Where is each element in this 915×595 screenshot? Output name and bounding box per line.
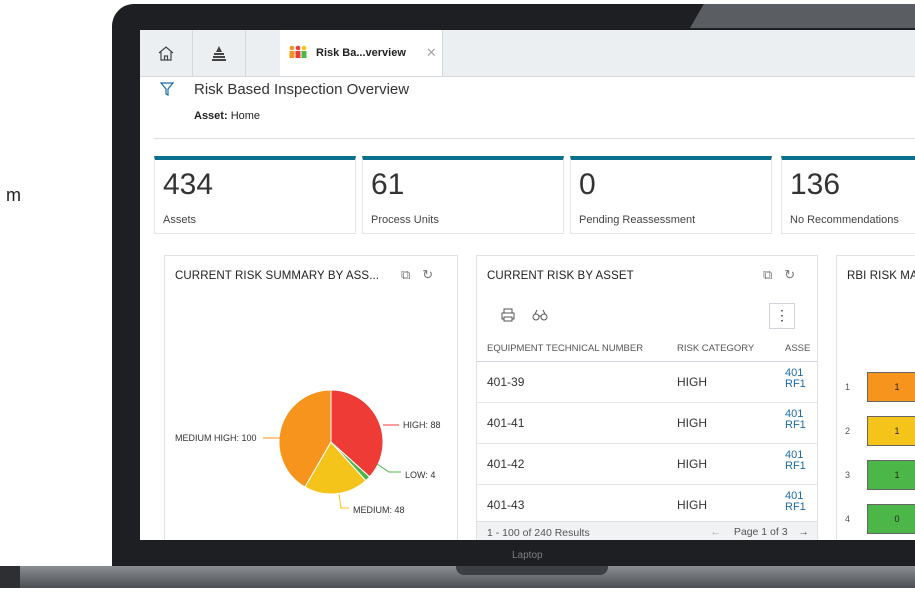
pie-label-high: HIGH: 88 bbox=[403, 420, 441, 430]
refresh-icon[interactable]: ↻ bbox=[422, 267, 433, 283]
kpi-value: 0 bbox=[579, 168, 596, 201]
home-icon bbox=[158, 46, 174, 61]
expand-icon[interactable]: ⧉ bbox=[401, 267, 410, 283]
risk-pie-chart: MEDIUM HIGH: 100 HIGH: 88 LOW: 4 MEDIUM:… bbox=[175, 389, 441, 515]
hierarchy-tab[interactable] bbox=[193, 30, 246, 76]
risk-by-asset-panel: CURRENT RISK BY ASSET ⧉ ↻ ⋮ EQUIPMENT TE… bbox=[476, 255, 818, 540]
kpi-card-process-units[interactable]: 61 Process Units bbox=[362, 156, 564, 234]
panel-title: RBI RISK MAT bbox=[847, 270, 915, 282]
binoculars-icon[interactable] bbox=[532, 308, 548, 322]
risk-summary-panel: CURRENT RISK SUMMARY BY ASS... ⧉ ↻ MEDIU… bbox=[164, 255, 458, 540]
matrix-row-label: 4 bbox=[845, 514, 851, 524]
matrix-cell[interactable]: 1 bbox=[867, 416, 915, 446]
column-header[interactable]: ASSE bbox=[785, 343, 810, 354]
cell-equipment-number: 401-43 bbox=[487, 498, 525, 512]
cell-equipment-number: 401-39 bbox=[487, 375, 525, 389]
kpi-label: Assets bbox=[163, 214, 197, 226]
table-header: EQUIPMENT TECHNICAL NUMBER RISK CATEGORY… bbox=[477, 339, 817, 362]
kpi-value: 136 bbox=[790, 168, 841, 201]
pie-label-medium: MEDIUM: 48 bbox=[353, 505, 405, 515]
kpi-label: No Recommendations bbox=[790, 214, 899, 226]
next-page-button[interactable]: → bbox=[799, 526, 810, 538]
header-divider bbox=[154, 138, 915, 139]
more-options-button[interactable]: ⋮ bbox=[769, 303, 795, 329]
cell-asset-link[interactable]: 401 RF1 bbox=[785, 450, 815, 472]
cell-risk-category: HIGH bbox=[677, 498, 707, 512]
table-pagination: 1 - 100 of 240 Results ← Page 1 of 3 → bbox=[477, 521, 817, 540]
results-count: 1 - 100 of 240 Results bbox=[487, 527, 590, 539]
refresh-icon[interactable]: ↻ bbox=[784, 267, 795, 283]
pager: ← Page 1 of 3 → bbox=[710, 526, 809, 538]
laptop-notch bbox=[456, 566, 608, 575]
kpi-card-no-recommendations[interactable]: 136 No Recommendations bbox=[781, 156, 915, 234]
kpi-value: 61 bbox=[371, 168, 405, 201]
asset-label: Asset: bbox=[194, 110, 228, 122]
kpi-label: Process Units bbox=[371, 214, 439, 226]
leader-medium bbox=[338, 493, 349, 509]
cell-asset-link[interactable]: 401 RF1 bbox=[785, 368, 815, 390]
cell-risk-category: HIGH bbox=[677, 416, 707, 430]
expand-icon[interactable]: ⧉ bbox=[763, 267, 772, 283]
asset-breadcrumb: Asset: Home bbox=[194, 110, 260, 122]
lid-reflection bbox=[690, 4, 915, 28]
panel-title: CURRENT RISK SUMMARY BY ASS... bbox=[175, 270, 380, 282]
table-row[interactable]: 401-42 HIGH 401 RF1 bbox=[477, 444, 817, 485]
cell-asset-link[interactable]: 401 RF1 bbox=[785, 409, 815, 431]
cell-risk-category: HIGH bbox=[677, 457, 707, 471]
kpi-label: Pending Reassessment bbox=[579, 214, 696, 226]
asset-value[interactable]: Home bbox=[231, 110, 260, 122]
prev-page-button[interactable]: ← bbox=[710, 526, 721, 538]
cell-risk-category: HIGH bbox=[677, 375, 707, 389]
tab-risk-overview[interactable]: Risk Ba...verview ✕ bbox=[280, 30, 443, 76]
matrix-cell[interactable]: 1 bbox=[867, 460, 915, 490]
laptop-base-edge bbox=[0, 566, 20, 588]
table-row[interactable]: 401-41 HIGH 401 RF1 bbox=[477, 403, 817, 444]
table-row[interactable]: 401-43 HIGH 401 RF1 bbox=[477, 485, 817, 522]
background-text: m bbox=[6, 185, 21, 205]
home-tab[interactable] bbox=[140, 30, 193, 76]
tab-label: Risk Ba...verview bbox=[316, 47, 406, 59]
tab-bar: Risk Ba...verview ✕ bbox=[140, 30, 915, 77]
close-icon[interactable]: ✕ bbox=[426, 45, 437, 61]
matrix-cell[interactable]: 0 bbox=[867, 504, 915, 534]
kpi-value: 434 bbox=[163, 168, 214, 201]
risk-matrix-panel: RBI RISK MAT 1 2 3 4 5 1 1 1 0 1 bbox=[836, 255, 915, 540]
panel-title: CURRENT RISK BY ASSET bbox=[487, 270, 634, 282]
page-indicator: Page 1 of 3 bbox=[733, 526, 788, 538]
risk-people-icon bbox=[289, 45, 307, 58]
matrix-row-label: 1 bbox=[845, 382, 851, 392]
pie-label-medium-high: MEDIUM HIGH: 100 bbox=[175, 433, 257, 443]
column-header[interactable]: EQUIPMENT TECHNICAL NUMBER bbox=[487, 343, 643, 354]
kpi-card-pending-reassessment[interactable]: 0 Pending Reassessment bbox=[570, 156, 772, 234]
print-icon[interactable] bbox=[501, 308, 515, 322]
matrix-row-label: 2 bbox=[845, 426, 851, 436]
app-screen: Risk Ba...verview ✕ Risk Based Inspectio… bbox=[140, 30, 915, 540]
leader-low bbox=[376, 463, 401, 473]
page-title: Risk Based Inspection Overview bbox=[194, 81, 410, 98]
filter-icon[interactable] bbox=[160, 82, 174, 96]
kpi-card-assets[interactable]: 434 Assets bbox=[154, 156, 356, 234]
cell-equipment-number: 401-42 bbox=[487, 457, 525, 471]
matrix-row-label: 3 bbox=[845, 470, 851, 480]
table-row[interactable]: 401-39 HIGH 401 RF1 bbox=[477, 362, 817, 403]
pie-label-low: LOW: 4 bbox=[405, 470, 435, 480]
matrix-cell[interactable]: 1 bbox=[867, 372, 915, 402]
cell-asset-link[interactable]: 401 RF1 bbox=[785, 491, 815, 513]
column-header[interactable]: RISK CATEGORY bbox=[677, 343, 754, 354]
hierarchy-icon bbox=[212, 46, 226, 61]
cell-equipment-number: 401-41 bbox=[487, 416, 525, 430]
laptop-label: Laptop bbox=[512, 550, 543, 561]
